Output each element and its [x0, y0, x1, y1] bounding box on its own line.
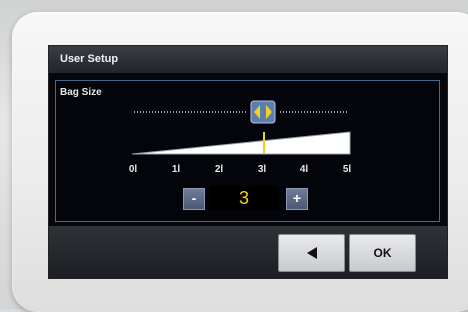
bag-size-value: 3 — [209, 186, 279, 210]
tick-label-2: 2l — [215, 164, 224, 175]
bag-size-panel: Bag Size 0l 1l 2l 3l 4l 5l - 3 + — [55, 80, 440, 222]
back-button[interactable] — [278, 234, 345, 272]
bag-size-wedge — [131, 131, 351, 155]
tick-label-1: 1l — [172, 164, 181, 175]
decrement-button[interactable]: - — [183, 188, 205, 210]
tick-label-3: 3l — [258, 164, 267, 175]
ok-button[interactable]: OK — [349, 234, 416, 272]
tick-label-4: 4l — [300, 164, 309, 175]
slider-handle[interactable] — [250, 100, 276, 124]
bottom-bar: OK — [49, 226, 447, 278]
increment-button[interactable]: + — [286, 188, 308, 210]
touch-screen: User Setup Bag Size 0l 1l 2l 3l 4l 5l - … — [48, 45, 448, 279]
page-title: User Setup — [60, 53, 119, 65]
bag-size-slider: 0l 1l 2l 3l 4l 5l — [129, 100, 352, 175]
tick-label-5: 5l — [343, 164, 352, 175]
tick-label-0: 0l — [129, 164, 138, 175]
title-bar: User Setup — [49, 46, 447, 73]
left-arrow-icon — [306, 247, 317, 259]
